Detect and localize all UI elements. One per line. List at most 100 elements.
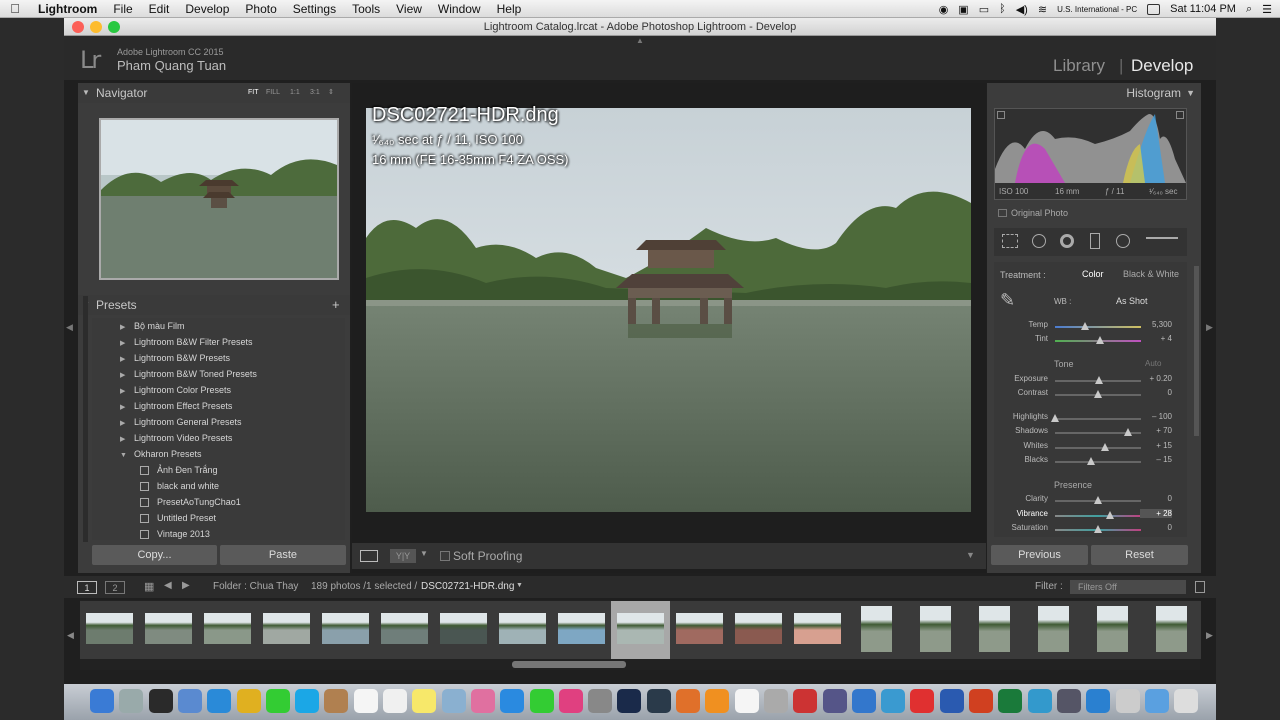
slider-handle[interactable]: [1124, 428, 1133, 436]
keyboard-icon[interactable]: [1115, 689, 1140, 713]
system-preferences-icon[interactable]: [588, 689, 613, 713]
folder-icon[interactable]: [1144, 689, 1169, 713]
auto-tone-button[interactable]: Auto: [1145, 359, 1161, 368]
copy-button[interactable]: Copy...: [92, 545, 217, 565]
add-preset-button[interactable]: +: [332, 295, 340, 315]
contacts-icon[interactable]: [324, 689, 349, 713]
vlc-icon[interactable]: [705, 689, 730, 713]
navigator-preview[interactable]: [99, 118, 339, 280]
filmstrip-scroll-left-icon[interactable]: ◀: [67, 630, 74, 641]
paste-button[interactable]: Paste: [220, 545, 346, 565]
slider-value[interactable]: – 100: [1140, 412, 1172, 421]
selected-file-menu-icon[interactable]: ▼: [516, 582, 523, 589]
slider-highlights[interactable]: Highlights – 100: [990, 412, 1190, 426]
zoom-fit[interactable]: FIT: [248, 83, 259, 103]
menu-view[interactable]: View: [388, 2, 430, 16]
slider-handle[interactable]: [1081, 322, 1090, 330]
wifi-utility-icon[interactable]: [881, 689, 906, 713]
clock-label[interactable]: Sat 11:04 PM: [1170, 3, 1236, 15]
slider-handle[interactable]: [1094, 525, 1102, 533]
treatment-color[interactable]: Color: [1082, 269, 1104, 279]
filmstrip-thumbnail[interactable]: [611, 601, 670, 659]
filmstrip-thumbnail[interactable]: [139, 601, 198, 659]
launchpad-icon[interactable]: [119, 689, 144, 713]
filmstrip-thumbnail[interactable]: [80, 601, 139, 659]
quicktime-icon[interactable]: [1086, 689, 1111, 713]
filmstrip-thumbnail[interactable]: [493, 601, 552, 659]
bluetooth-icon[interactable]: ᛒ: [999, 3, 1006, 15]
filmstrip-thumbnail[interactable]: [906, 601, 965, 659]
slider-blacks[interactable]: Blacks – 15: [990, 455, 1190, 469]
filmstrip-thumbnail[interactable]: [1083, 601, 1142, 659]
photos-icon[interactable]: [470, 689, 495, 713]
main-window-button[interactable]: 1: [77, 581, 97, 594]
filmstrip-thumbnail[interactable]: [670, 601, 729, 659]
menu-file[interactable]: File: [105, 2, 140, 16]
menu-tools[interactable]: Tools: [344, 2, 388, 16]
shadow-clipping-toggle-icon[interactable]: [997, 111, 1005, 119]
reminders-icon[interactable]: [383, 689, 407, 713]
slider-track[interactable]: [1055, 447, 1141, 449]
preset-folder[interactable]: ▶ Lightroom General Presets: [120, 414, 242, 430]
loupe-view-icon[interactable]: [360, 550, 378, 562]
collapse-left-panel-icon[interactable]: ◀: [66, 322, 73, 333]
slider-value[interactable]: + 70: [1140, 426, 1172, 435]
filmstrip-thumbnail[interactable]: [788, 601, 847, 659]
preset-folder[interactable]: ▶ Lightroom Color Presets: [120, 382, 231, 398]
filmstrip-scrollbar[interactable]: [512, 661, 626, 668]
script-editor-icon[interactable]: [763, 689, 788, 713]
presets-header[interactable]: ▼ Presets +: [78, 295, 350, 315]
menu-window[interactable]: Window: [430, 2, 489, 16]
slider-track[interactable]: [1055, 461, 1141, 463]
slider-track[interactable]: [1055, 418, 1141, 420]
preset-folder[interactable]: ▶ Lightroom B&W Presets: [120, 350, 230, 366]
skype-icon[interactable]: [295, 689, 320, 713]
slider-value[interactable]: + 15: [1140, 441, 1172, 450]
filmstrip-thumbnail[interactable]: [1142, 601, 1201, 659]
preview-icon[interactable]: [441, 689, 466, 713]
slider-value[interactable]: 0: [1140, 523, 1172, 532]
slider-track[interactable]: [1055, 515, 1141, 517]
selected-file-label[interactable]: DSC02721-HDR.dng: [421, 581, 514, 592]
slider-tint[interactable]: Tint + 4: [990, 334, 1190, 348]
slider-handle[interactable]: [1100, 443, 1109, 451]
slider-clarity[interactable]: Clarity 0: [990, 494, 1190, 508]
safari-icon[interactable]: [207, 689, 232, 713]
help-icon[interactable]: [1056, 689, 1081, 713]
photo-booth-icon[interactable]: [793, 689, 818, 713]
white-balance-eyedropper-icon[interactable]: ✎: [1000, 290, 1024, 314]
soft-proofing-checkbox[interactable]: [440, 551, 450, 561]
slider-temp[interactable]: Temp 5,300: [990, 320, 1190, 334]
source-folder-label[interactable]: Folder : Chua Thay: [213, 581, 298, 592]
radial-filter-icon[interactable]: [1116, 234, 1130, 248]
menu-settings[interactable]: Settings: [285, 2, 344, 16]
collapse-top-panel-icon[interactable]: ▲: [636, 36, 644, 45]
zoom-window-button[interactable]: [108, 21, 120, 33]
preset-folder[interactable]: ▶ Lightroom B&W Filter Presets: [120, 334, 253, 350]
calendar-icon[interactable]: [353, 689, 378, 713]
slider-vibrance[interactable]: Vibrance + 28: [990, 509, 1190, 523]
slider-handle[interactable]: [1087, 457, 1096, 465]
slider-handle[interactable]: [1094, 390, 1102, 398]
wb-select[interactable]: As Shot: [1116, 296, 1148, 306]
record-icon[interactable]: ◉: [939, 3, 949, 16]
slider-value[interactable]: + 28: [1140, 509, 1172, 518]
secondary-window-button[interactable]: 2: [105, 581, 125, 594]
crop-tool-icon[interactable]: [1002, 234, 1018, 248]
slider-handle[interactable]: [1095, 336, 1104, 344]
menu-help[interactable]: Help: [489, 2, 530, 16]
slider-exposure[interactable]: Exposure + 0.20: [990, 374, 1190, 388]
preset-folder[interactable]: ▶ Lightroom Video Presets: [120, 430, 232, 446]
preset-item[interactable]: PresetAoTungChao1: [140, 494, 241, 510]
wifi-icon[interactable]: ≋: [1038, 3, 1047, 16]
network-icon[interactable]: [822, 689, 847, 713]
filter-lock-icon[interactable]: [1195, 581, 1205, 593]
slider-handle[interactable]: [1106, 511, 1115, 519]
graduated-filter-icon[interactable]: [1090, 233, 1100, 249]
spot-removal-icon[interactable]: [1032, 234, 1046, 248]
filmstrip-thumbnail[interactable]: [847, 601, 906, 659]
navigator-header[interactable]: ▼ Navigator FIT FILL 1:1 3:1 ⇕: [78, 83, 350, 103]
module-develop[interactable]: Develop: [1131, 56, 1193, 76]
slider-contrast[interactable]: Contrast 0: [990, 388, 1190, 402]
firefox-icon[interactable]: [676, 689, 700, 713]
